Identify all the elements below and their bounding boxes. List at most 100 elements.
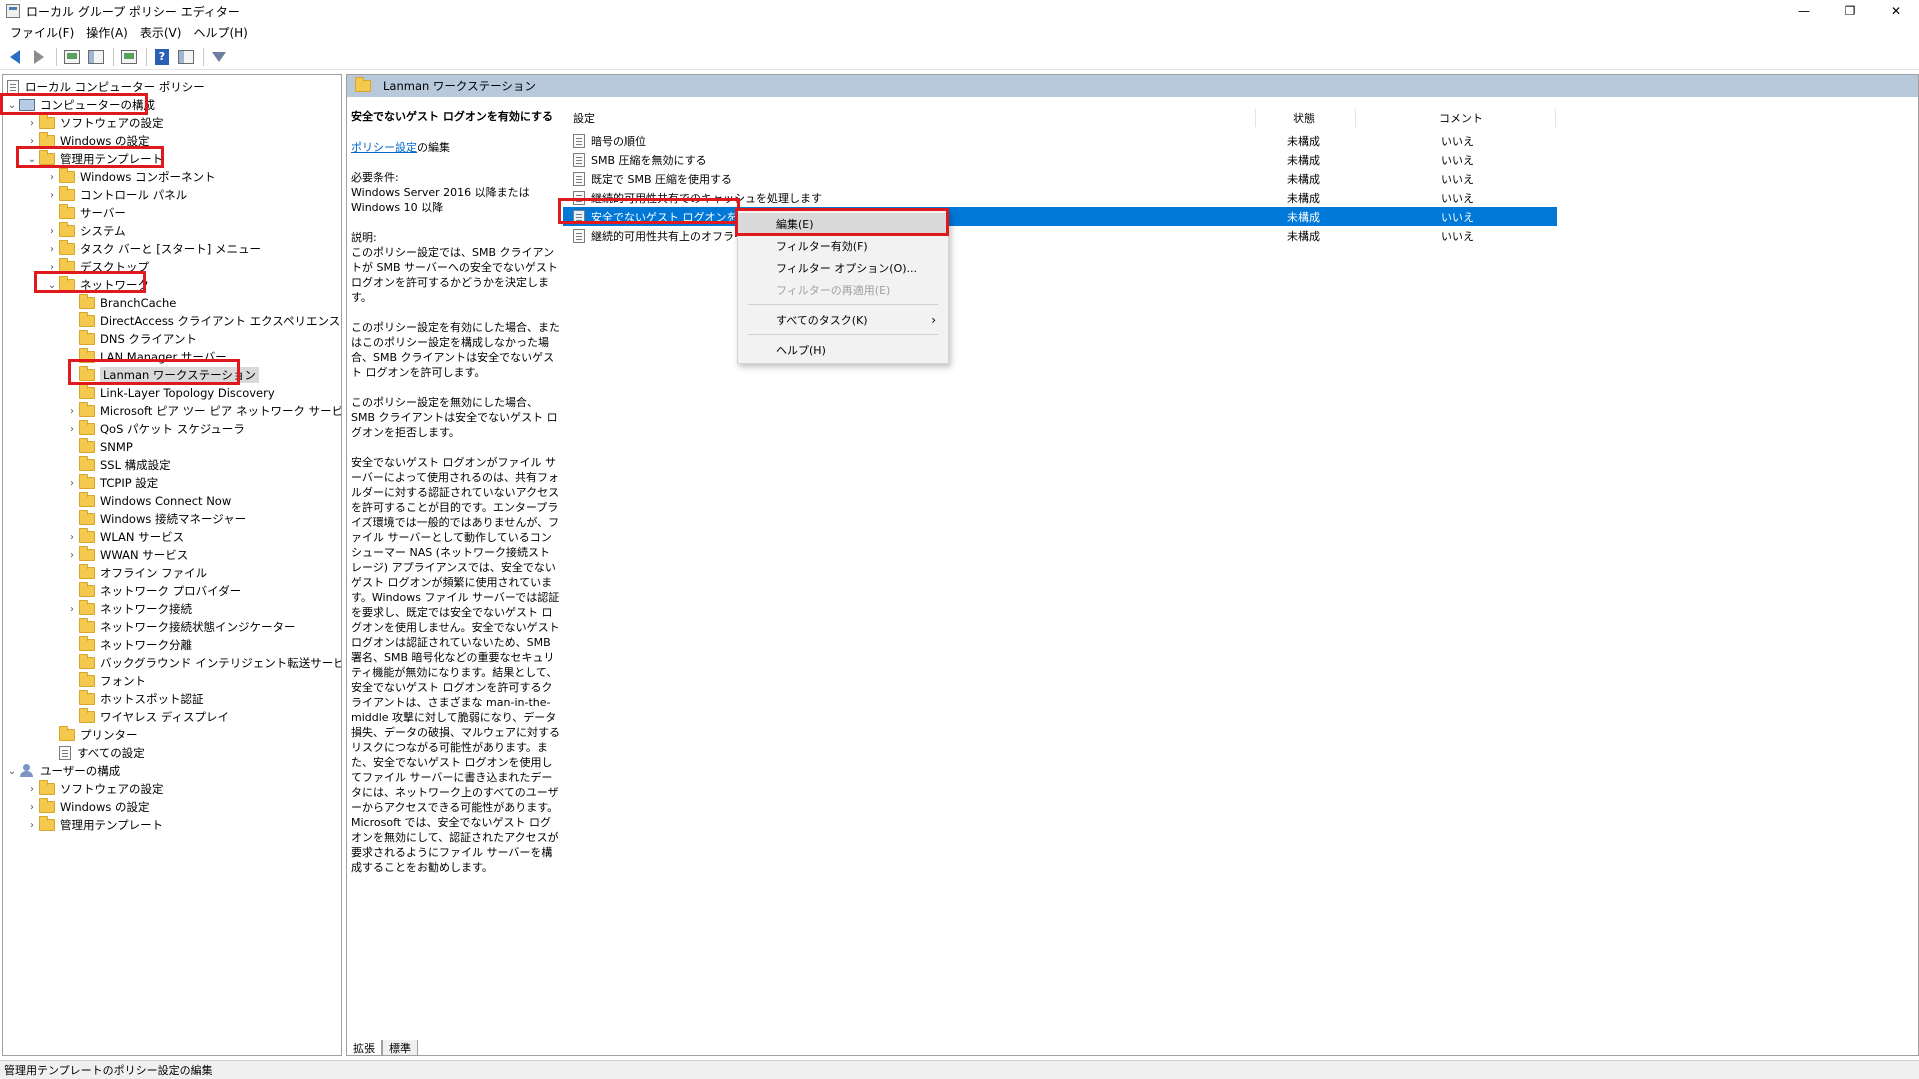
chevron-down-icon[interactable]: ⌄ (25, 152, 39, 166)
column-header-comment[interactable]: コメント (1439, 107, 1483, 129)
tree-item-p2p[interactable]: › Microsoft ピア ツー ピア ネットワーク サービス (65, 402, 341, 420)
table-row[interactable]: SMB 圧縮を無効にする 未構成 いいえ (563, 150, 1557, 169)
close-button[interactable]: ✕ (1873, 0, 1919, 22)
chevron-right-icon[interactable]: › (65, 476, 79, 490)
tree-item-directaccess[interactable]: DirectAccess クライアント エクスペリエンスの設定 (65, 312, 341, 330)
tree-item-wcn[interactable]: Windows Connect Now (65, 492, 231, 510)
chevron-right-icon[interactable]: › (45, 242, 59, 256)
tab-extended[interactable]: 拡張 (346, 1040, 382, 1056)
chevron-right-icon[interactable]: › (25, 782, 39, 796)
chevron-right-icon[interactable]: › (25, 116, 39, 130)
table-row[interactable]: 既定で SMB 圧縮を使用する 未構成 いいえ (563, 169, 1557, 188)
tree-item-control-panel[interactable]: › コントロール パネル (45, 186, 187, 204)
chevron-right-icon[interactable]: › (25, 818, 39, 832)
tree-item-snmp[interactable]: SNMP (65, 438, 133, 456)
export-list-button[interactable] (118, 46, 140, 68)
menu-file[interactable]: ファイル(F) (4, 24, 80, 41)
tree-item-hotspot-auth[interactable]: ホットスポット認証 (65, 690, 204, 708)
chevron-down-icon[interactable]: ⌄ (5, 764, 19, 778)
chevron-right-icon[interactable]: › (45, 260, 59, 274)
context-menu-filter-on[interactable]: フィルター有効(F) (738, 235, 948, 257)
chevron-right-icon[interactable]: › (45, 224, 59, 238)
menu-help[interactable]: ヘルプ(H) (187, 24, 253, 41)
table-row[interactable]: 継続的可用性共有上のオフライ 未構成 いいえ (563, 226, 1557, 245)
tree-item-network-connections[interactable]: › ネットワーク接続 (65, 600, 192, 618)
chevron-right-icon[interactable]: › (65, 602, 79, 616)
tree-item-tcpip[interactable]: › TCPIP 設定 (65, 474, 158, 492)
tree-item-network-isolation[interactable]: ネットワーク分離 (65, 636, 192, 654)
folder-icon (59, 240, 75, 255)
context-menu-all-tasks[interactable]: すべてのタスク(K) › (738, 309, 948, 331)
context-menu-help[interactable]: ヘルプ(H) (738, 339, 948, 361)
tree-item-user-config[interactable]: ⌄ ユーザーの構成 (5, 762, 120, 780)
tree-item-qos[interactable]: › QoS パケット スケジューラ (65, 420, 245, 438)
tree-item-user-software-settings[interactable]: › ソフトウェアの設定 (25, 780, 164, 798)
up-level-button[interactable] (61, 46, 83, 68)
edit-policy-link[interactable]: ポリシー設定 (351, 141, 417, 154)
tree-item-root[interactable]: ローカル コンピューター ポリシー (7, 78, 205, 96)
table-row-selected[interactable]: 安全でないゲスト ログオンを有効 未構成 いいえ (563, 207, 1557, 226)
chevron-down-icon[interactable]: ⌄ (5, 98, 19, 112)
minimize-button[interactable]: — (1781, 0, 1827, 22)
tree-item-lltd[interactable]: Link-Layer Topology Discovery (65, 384, 275, 402)
tree-item-ncsi[interactable]: ネットワーク接続状態インジケーター (65, 618, 296, 636)
tree-item-user-admin-templates[interactable]: › 管理用テンプレート (25, 816, 163, 834)
tree-item-windows-components[interactable]: › Windows コンポーネント (45, 168, 216, 186)
tree-item-taskbar-start[interactable]: › タスク バーと [スタート] メニュー (45, 240, 261, 258)
column-header-state[interactable]: 状態 (1293, 107, 1315, 129)
tree-item-lanman-workstation[interactable]: Lanman ワークステーション (65, 366, 259, 384)
folder-icon (79, 384, 95, 399)
tree-item-offline-files[interactable]: オフライン ファイル (65, 564, 207, 582)
tree-item-printers[interactable]: プリンター (45, 726, 138, 744)
menu-action[interactable]: 操作(A) (80, 24, 134, 41)
tree-item-software-settings[interactable]: › ソフトウェアの設定 (25, 114, 164, 132)
tree-item-fonts[interactable]: フォント (65, 672, 146, 690)
tree-item-ssl[interactable]: SSL 構成設定 (65, 456, 171, 474)
tree-item-all-settings[interactable]: すべての設定 (45, 744, 145, 762)
chevron-right-icon[interactable]: › (45, 188, 59, 202)
chevron-right-icon[interactable]: › (25, 800, 39, 814)
tree-item-admin-templates[interactable]: ⌄ 管理用テンプレート (25, 150, 163, 168)
folder-icon (59, 222, 75, 237)
maximize-button[interactable]: ❐ (1827, 0, 1873, 22)
gpedit-app-icon (6, 4, 20, 18)
column-header-setting[interactable]: 設定 (573, 107, 595, 129)
tree-item-wireless-display[interactable]: ワイヤレス ディスプレイ (65, 708, 229, 726)
tree-item-server[interactable]: サーバー (45, 204, 126, 222)
forward-button[interactable] (28, 46, 50, 68)
chevron-right-icon[interactable]: › (65, 548, 79, 562)
tree-item-network-provider[interactable]: ネットワーク プロバイダー (65, 582, 241, 600)
tree-item-windows-settings[interactable]: › Windows の設定 (25, 132, 150, 150)
tab-standard[interactable]: 標準 (382, 1040, 418, 1056)
context-menu-filter-options[interactable]: フィルター オプション(O)... (738, 257, 948, 279)
tree-item-wwan[interactable]: › WWAN サービス (65, 546, 188, 564)
chevron-right-icon[interactable]: › (65, 530, 79, 544)
tree-item-wcm[interactable]: Windows 接続マネージャー (65, 510, 246, 528)
context-menu-edit[interactable]: 編集(E) (738, 213, 948, 235)
tree-item-bits[interactable]: バックグラウンド インテリジェント転送サービス (BITS) (65, 654, 341, 672)
properties-button[interactable] (175, 46, 197, 68)
tree-item-network[interactable]: ⌄ ネットワーク (45, 276, 149, 294)
tree-item-computer-config[interactable]: ⌄ コンピューターの構成 (5, 96, 155, 114)
chevron-right-icon[interactable]: › (25, 134, 39, 148)
menu-view[interactable]: 表示(V) (134, 24, 188, 41)
tree-item-lanman-server[interactable]: LAN Manager サーバー (65, 348, 227, 366)
show-hide-tree-button[interactable] (85, 46, 107, 68)
tree-item-wlan[interactable]: › WLAN サービス (65, 528, 184, 546)
console-tree[interactable]: ローカル コンピューター ポリシー ⌄ コンピューターの構成 › ソフトウェアの… (2, 74, 342, 1056)
help-button[interactable]: ? (151, 46, 173, 68)
table-row[interactable]: 継続的可用性共有でのキャッシュを処理します 未構成 いいえ (563, 188, 1557, 207)
chevron-down-icon[interactable]: ⌄ (45, 278, 59, 292)
tree-item-dns-client[interactable]: DNS クライアント (65, 330, 197, 348)
chevron-right-icon[interactable]: › (65, 422, 79, 436)
table-row[interactable]: 暗号の順位 未構成 いいえ (563, 131, 1557, 150)
tree-item-system[interactable]: › システム (45, 222, 126, 240)
folder-icon (39, 780, 55, 795)
tree-item-desktop[interactable]: › デスクトップ (45, 258, 149, 276)
back-button[interactable] (4, 46, 26, 68)
tree-item-user-windows-settings[interactable]: › Windows の設定 (25, 798, 150, 816)
tree-item-branchcache[interactable]: BranchCache (65, 294, 176, 312)
filter-button[interactable] (208, 46, 230, 68)
chevron-right-icon[interactable]: › (65, 404, 79, 418)
chevron-right-icon[interactable]: › (45, 170, 59, 184)
